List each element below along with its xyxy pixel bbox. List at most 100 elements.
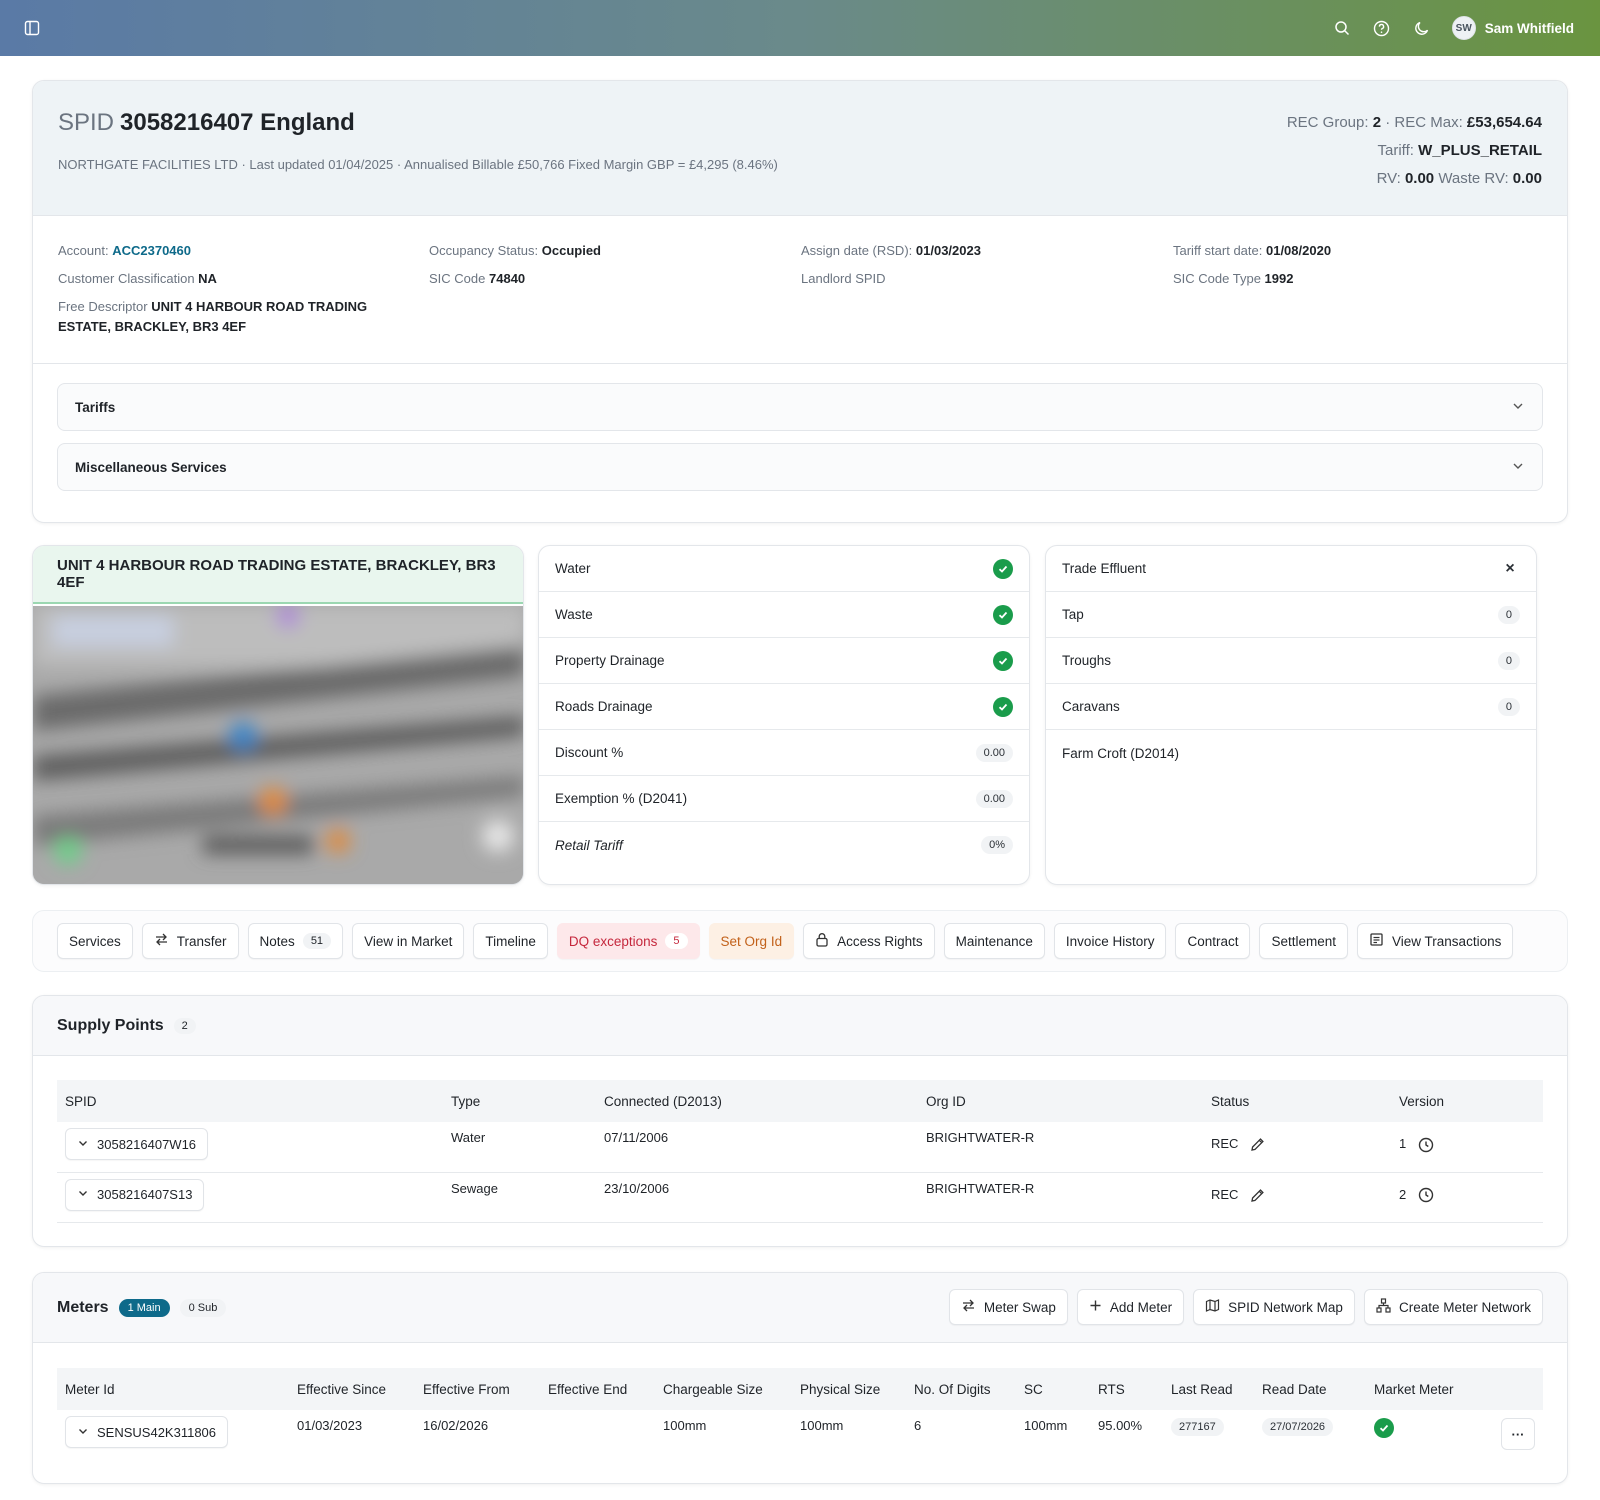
tab-settlement[interactable]: Settlement <box>1259 923 1349 959</box>
user-menu[interactable]: SW Sam Whitfield <box>1451 16 1574 40</box>
sic-type-value: 1992 <box>1264 271 1294 286</box>
trade-label: Tap <box>1062 607 1084 622</box>
tab-set-org-id[interactable]: Set Org Id <box>708 923 795 959</box>
tab-timeline[interactable]: Timeline <box>473 923 548 959</box>
org-id-cell: BRIGHTWATER-R <box>918 1172 1203 1223</box>
chevron-down-icon <box>77 1425 89 1440</box>
spid-summary-card: SPID 3058216407 England NORTHGATE FACILIT… <box>32 80 1568 523</box>
assign-date-label: Assign date (RSD): <box>801 243 913 258</box>
tab-access-rights[interactable]: Access Rights <box>803 923 935 959</box>
spid-cell: 3058216407W16 <box>57 1122 443 1173</box>
account-link[interactable]: ACC2370460 <box>112 243 191 258</box>
tab-view-transactions-label: View Transactions <box>1392 933 1502 949</box>
tab-view-transactions[interactable]: View Transactions <box>1357 923 1514 959</box>
chevron-down-icon <box>1511 399 1525 416</box>
dark-mode-icon[interactable] <box>1412 18 1432 38</box>
supply-points-header-row: SPID Type Connected (D2013) Org ID Status Ver… <box>57 1080 1543 1122</box>
history-icon[interactable] <box>1418 1187 1434 1203</box>
sidebar-toggle-icon[interactable] <box>22 18 42 38</box>
tab-notes[interactable]: Notes 51 <box>247 923 344 959</box>
tab-notes-label: Notes <box>259 933 295 949</box>
help-icon[interactable] <box>1372 18 1392 38</box>
occupancy-label: Occupancy Status: <box>429 243 539 258</box>
column-header: RTS <box>1090 1368 1163 1410</box>
sc-cell: 100mm <box>1024 1418 1068 1433</box>
check-icon <box>993 650 1013 671</box>
trade-row: Caravans 0 <box>1046 684 1536 730</box>
meters-card: Meters 1 Main 0 Sub Meter Swap Add Meter… <box>32 1272 1568 1484</box>
edit-icon[interactable] <box>1250 1188 1265 1203</box>
tab-transfer[interactable]: Transfer <box>141 923 239 959</box>
column-header: Effective Since <box>289 1368 415 1410</box>
close-icon[interactable]: × <box>1500 560 1520 578</box>
org-id-cell: BRIGHTWATER-R <box>918 1122 1203 1173</box>
meters-header: Meters 1 Main 0 Sub Meter Swap Add Meter… <box>33 1273 1567 1343</box>
meter-id-cell: SENSUS42K311806 <box>57 1410 289 1466</box>
tab-invoice-history[interactable]: Invoice History <box>1053 923 1167 959</box>
meter-actions: Meter Swap Add Meter SPID Network Map Cr… <box>948 1289 1543 1325</box>
tab-services-label: Services <box>69 933 121 949</box>
since-cell: 01/03/2023 <box>297 1418 363 1433</box>
column-header: Effective End <box>540 1368 655 1410</box>
column-header: SPID <box>57 1080 443 1122</box>
tariffs-accordion-label: Tariffs <box>75 399 116 415</box>
service-label: Roads Drainage <box>555 699 653 714</box>
trade-effluent-card: Trade Effluent × Tap 0 Troughs 0 Caravans 0 Farm… <box>1045 545 1537 885</box>
last-read-cell: 277167 <box>1163 1410 1254 1466</box>
read-date-badge: 27/07/2026 <box>1262 1418 1334 1436</box>
sub-meters-badge: 0 Sub <box>179 1298 227 1317</box>
search-icon[interactable] <box>1332 18 1352 38</box>
tab-invoice-history-label: Invoice History <box>1065 933 1155 949</box>
rec-group-value: 2 <box>1372 114 1382 131</box>
tab-dq-exceptions[interactable]: DQ exceptions 5 <box>556 923 700 959</box>
supply-points-count-badge: 2 <box>173 1017 196 1034</box>
more-options-button[interactable]: ··· <box>1501 1418 1535 1450</box>
tab-contract-label: Contract <box>1187 933 1239 949</box>
meter-swap-button[interactable]: Meter Swap <box>948 1289 1068 1325</box>
misc-services-accordion-label: Miscellaneous Services <box>75 459 227 475</box>
page-title: SPID 3058216407 England <box>58 109 355 137</box>
status-cell: REC <box>1203 1122 1391 1173</box>
expand-meter-button[interactable]: SENSUS42K311806 <box>65 1416 229 1448</box>
tariff-value: W_PLUS_RETAIL <box>1418 142 1542 159</box>
spid-id: 3058216407S13 <box>97 1187 193 1202</box>
spid-id: 3058216407W16 <box>97 1136 197 1152</box>
tab-timeline-label: Timeline <box>485 933 536 949</box>
trade-label: Farm Croft (D2014) <box>1062 745 1180 761</box>
tariffs-accordion[interactable]: Tariffs <box>57 383 1543 431</box>
edit-icon[interactable] <box>1250 1137 1265 1152</box>
trade-label: Trade Effluent <box>1062 561 1147 576</box>
tab-view-in-market[interactable]: View in Market <box>352 923 465 959</box>
rts-cell: 95.00% <box>1098 1418 1143 1433</box>
add-meter-button[interactable]: Add Meter <box>1076 1289 1185 1325</box>
column-header: Read Date <box>1254 1368 1366 1410</box>
spid-label: SPID <box>58 109 115 136</box>
history-icon[interactable] <box>1418 1137 1434 1153</box>
type-cell: Water <box>443 1122 596 1173</box>
market-meter-wrap: ··· <box>1374 1418 1535 1450</box>
chevron-down-icon <box>77 1187 89 1202</box>
version-value: 2 <box>1399 1186 1407 1202</box>
from-cell: 16/02/2026 <box>423 1418 489 1433</box>
spid-network-map-button[interactable]: SPID Network Map <box>1193 1289 1355 1325</box>
tab-maintenance[interactable]: Maintenance <box>943 923 1045 959</box>
receipt-icon <box>1369 932 1384 950</box>
sic-code-value: 74840 <box>489 271 526 286</box>
expand-spid-button[interactable]: 3058216407S13 <box>65 1178 205 1211</box>
service-row: Water <box>539 546 1029 592</box>
create-meter-network-button[interactable]: Create Meter Network <box>1363 1289 1543 1325</box>
location-map[interactable] <box>33 606 523 884</box>
service-row: Exemption % (D2041) 0.00 <box>539 776 1029 822</box>
spid-value: 3058216407 England <box>120 109 355 136</box>
column-header: Last Read <box>1163 1368 1254 1410</box>
chargeable-cell: 100mm <box>663 1418 707 1433</box>
expand-spid-button[interactable]: 3058216407W16 <box>65 1128 209 1160</box>
lock-icon <box>815 932 829 950</box>
column-header: Market Meter <box>1366 1368 1543 1410</box>
tab-access-rights-label: Access Rights <box>837 933 923 949</box>
service-row: Retail Tariff 0% <box>539 822 1029 868</box>
tab-services[interactable]: Services <box>57 923 133 959</box>
trade-value: 0 <box>1497 605 1520 624</box>
tab-contract[interactable]: Contract <box>1175 923 1251 959</box>
misc-services-accordion[interactable]: Miscellaneous Services <box>57 443 1543 491</box>
